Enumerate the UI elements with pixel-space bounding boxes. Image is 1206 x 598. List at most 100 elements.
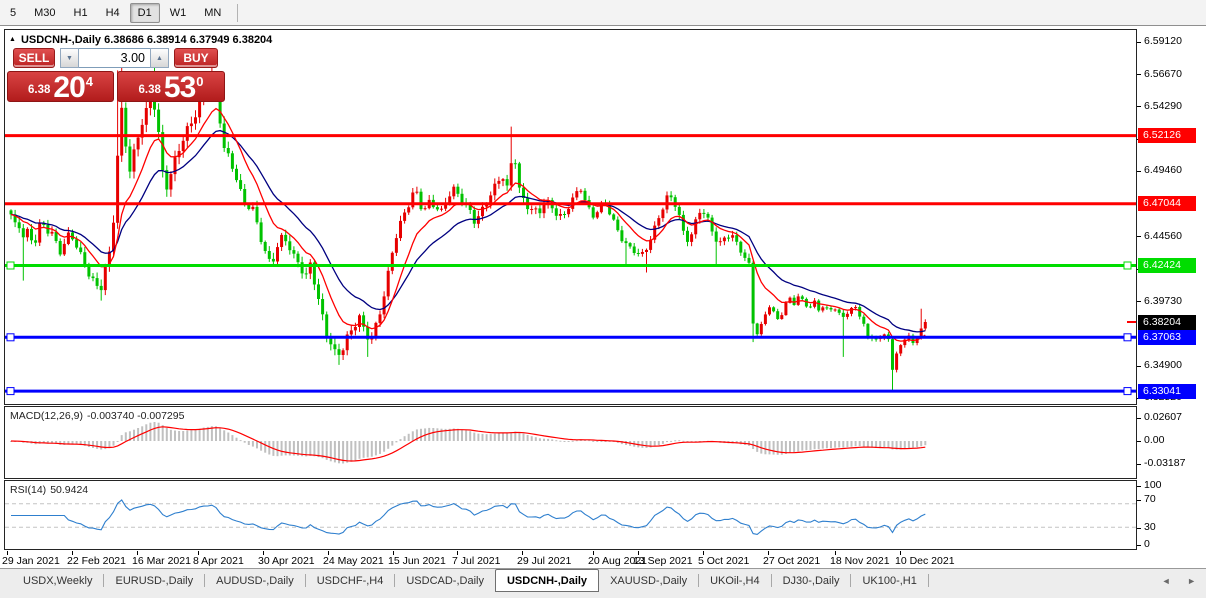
price-axis-tick bbox=[1137, 74, 1141, 76]
tabs-scroll-left-icon[interactable]: ◄ bbox=[1162, 576, 1171, 586]
chart-window: MACD(12,26,9) -0.003740 -0.007295 RSI(14)… bbox=[0, 27, 1206, 568]
timeframe-button-mn[interactable]: MN bbox=[196, 3, 229, 23]
timeframe-button-h1[interactable]: H1 bbox=[66, 3, 96, 23]
chart-title: ▲ USDCNH-,Daily 6.38686 6.38914 6.37949 6… bbox=[9, 34, 272, 46]
timeframe-toolbar: 5 M30 H1 H4 D1 W1 MN bbox=[0, 0, 1206, 26]
current-price-label: 6.38204 bbox=[1138, 314, 1196, 330]
chart-ohlc-values: 6.38686 6.38914 6.37949 6.38204 bbox=[104, 34, 273, 46]
date-axis-label: 10 Dec 2021 bbox=[895, 555, 955, 567]
sell-price-display: 6.38 20 4 bbox=[7, 71, 114, 104]
tab-ukoil-h4[interactable]: UKOil-,H4 bbox=[699, 569, 771, 592]
date-axis-label: 8 Apr 2021 bbox=[193, 555, 244, 567]
macd-axis-label: 0.00 bbox=[1144, 434, 1165, 446]
price-axis: 6.591206.566706.542906.518406.494606.445… bbox=[1137, 27, 1206, 568]
date-axis-label: 29 Jul 2021 bbox=[517, 555, 572, 567]
rsi-canvas[interactable] bbox=[5, 481, 1136, 549]
tab-usdcad-daily[interactable]: USDCAD-,Daily bbox=[395, 569, 495, 592]
volume-decrease-button[interactable]: ▼ bbox=[60, 48, 79, 68]
spinner-up-icon: ▲ bbox=[156, 54, 163, 62]
price-axis-tick bbox=[1137, 170, 1141, 172]
sell-price-prefix: 6.38 bbox=[28, 84, 51, 96]
date-axis-label: 22 Feb 2021 bbox=[67, 555, 126, 567]
timeframe-button-m30[interactable]: M30 bbox=[26, 3, 63, 23]
chart-direction-icon: ▲ bbox=[9, 36, 16, 43]
tab-usdx-weekly[interactable]: USDX,Weekly bbox=[12, 569, 103, 592]
macd-axis-label: 0.02607 bbox=[1144, 411, 1182, 423]
rsi-axis-label: 0 bbox=[1144, 538, 1150, 550]
toolbar-separator bbox=[237, 3, 239, 22]
macd-axis-label: -0.03187 bbox=[1144, 457, 1186, 469]
tab-usdcnh-daily[interactable]: USDCNH-,Daily bbox=[494, 569, 600, 592]
date-axis-label: 29 Jan 2021 bbox=[2, 555, 60, 567]
rsi-axis-tick bbox=[1137, 527, 1141, 529]
level-price-label[interactable]: 6.52126 bbox=[1138, 128, 1196, 144]
tab-eurusd-daily[interactable]: EURUSD-,Daily bbox=[104, 569, 204, 592]
level-price-label[interactable]: 6.37063 bbox=[1138, 329, 1196, 345]
date-axis-label: 27 Oct 2021 bbox=[763, 555, 821, 567]
timeframe-button-h4[interactable]: H4 bbox=[98, 3, 128, 23]
tab-usdchf-h4[interactable]: USDCHF-,H4 bbox=[306, 569, 395, 592]
date-axis-label: 16 Mar 2021 bbox=[132, 555, 191, 567]
tab-xauusd-daily[interactable]: XAUUSD-,Daily bbox=[599, 569, 698, 592]
tab-scroll-arrows: ◄ ► bbox=[1148, 576, 1196, 586]
macd-axis-tick bbox=[1137, 463, 1141, 465]
macd-panel[interactable]: MACD(12,26,9) -0.003740 -0.007295 bbox=[4, 406, 1137, 479]
tab-dj30-daily[interactable]: DJ30-,Daily bbox=[772, 569, 851, 592]
macd-header: MACD(12,26,9) -0.003740 -0.007295 bbox=[10, 410, 188, 422]
buy-price-big: 53 bbox=[163, 71, 196, 104]
buy-price-prefix: 6.38 bbox=[138, 84, 161, 96]
price-axis-label: 6.34900 bbox=[1144, 359, 1182, 372]
price-axis-tick bbox=[1137, 236, 1141, 238]
price-axis-tick bbox=[1137, 106, 1141, 108]
macd-values: -0.003740 -0.007295 bbox=[86, 410, 185, 422]
macd-axis-tick bbox=[1137, 440, 1141, 442]
date-axis-label: 15 Jun 2021 bbox=[388, 555, 446, 567]
date-axis-label: 30 Apr 2021 bbox=[258, 555, 315, 567]
chart-symbol-label: USDCNH-,Daily bbox=[20, 34, 102, 46]
timeframe-button-w1[interactable]: W1 bbox=[162, 3, 195, 23]
spinner-down-icon: ▼ bbox=[66, 54, 73, 62]
macd-axis-tick bbox=[1137, 417, 1141, 419]
date-axis-label: 24 May 2021 bbox=[323, 555, 384, 567]
date-axis-label: 13 Sep 2021 bbox=[633, 555, 693, 567]
price-axis-tick bbox=[1137, 365, 1141, 367]
sell-price-pip: 4 bbox=[85, 74, 93, 89]
rsi-value: 50.9424 bbox=[50, 484, 89, 496]
trade-controls-row: SELL ▼ ▲ BUY bbox=[13, 48, 225, 68]
macd-label: MACD(12,26,9) bbox=[10, 410, 83, 422]
timeframe-buttons: 5 M30 H1 H4 D1 W1 MN bbox=[1, 2, 245, 23]
date-axis-label: 7 Jul 2021 bbox=[452, 555, 501, 567]
buy-price-display: 6.38 53 0 bbox=[117, 71, 225, 104]
tab-uk100-h1[interactable]: UK100-,H1 bbox=[851, 569, 927, 592]
rsi-axis-tick bbox=[1137, 499, 1141, 501]
buy-price-pip: 0 bbox=[196, 74, 204, 89]
rsi-axis-label: 100 bbox=[1144, 479, 1162, 491]
price-axis-label: 6.59120 bbox=[1144, 35, 1182, 47]
tabs-scroll-right-icon[interactable]: ► bbox=[1187, 576, 1196, 586]
one-click-trading-widget: SELL ▼ ▲ BUY 6.38 20 4 6.38 53 0 bbox=[7, 48, 225, 104]
price-axis-label: 6.49460 bbox=[1144, 164, 1182, 177]
rsi-header: RSI(14) 50.9424 bbox=[10, 484, 92, 496]
tab-separator bbox=[927, 574, 929, 587]
date-axis: 29 Jan 2021 22 Feb 2021 16 Mar 2021 8 Apr 2… bbox=[2, 551, 1144, 568]
rsi-panel[interactable]: RSI(14) 50.9424 bbox=[4, 480, 1137, 550]
date-axis-label: 18 Nov 2021 bbox=[830, 555, 890, 567]
level-price-label[interactable]: 6.47044 bbox=[1138, 196, 1196, 212]
timeframe-button-d1[interactable]: D1 bbox=[129, 2, 160, 23]
price-axis-label: 6.39730 bbox=[1144, 294, 1182, 307]
timeframe-button-5[interactable]: 5 bbox=[2, 3, 24, 23]
volume-input[interactable] bbox=[79, 48, 150, 68]
sell-price-big: 20 bbox=[53, 71, 85, 104]
mt4-window: 5 M30 H1 H4 D1 W1 MN MACD(12,26,9) -0.003740 -0… bbox=[0, 0, 1206, 598]
price-axis-tick bbox=[1137, 301, 1141, 303]
sell-button[interactable]: SELL bbox=[13, 48, 55, 68]
buy-button[interactable]: BUY bbox=[174, 48, 218, 68]
level-price-label[interactable]: 6.42424 bbox=[1138, 258, 1196, 273]
rsi-axis-tick bbox=[1137, 544, 1141, 546]
tab-audusd-daily[interactable]: AUDUSD-,Daily bbox=[205, 569, 305, 592]
volume-increase-button[interactable]: ▲ bbox=[150, 48, 169, 68]
rsi-axis-tick bbox=[1137, 485, 1141, 487]
price-axis-label: 6.54290 bbox=[1144, 99, 1182, 112]
date-axis-label: 5 Oct 2021 bbox=[698, 555, 750, 567]
level-price-label[interactable]: 6.33041 bbox=[1138, 383, 1196, 399]
